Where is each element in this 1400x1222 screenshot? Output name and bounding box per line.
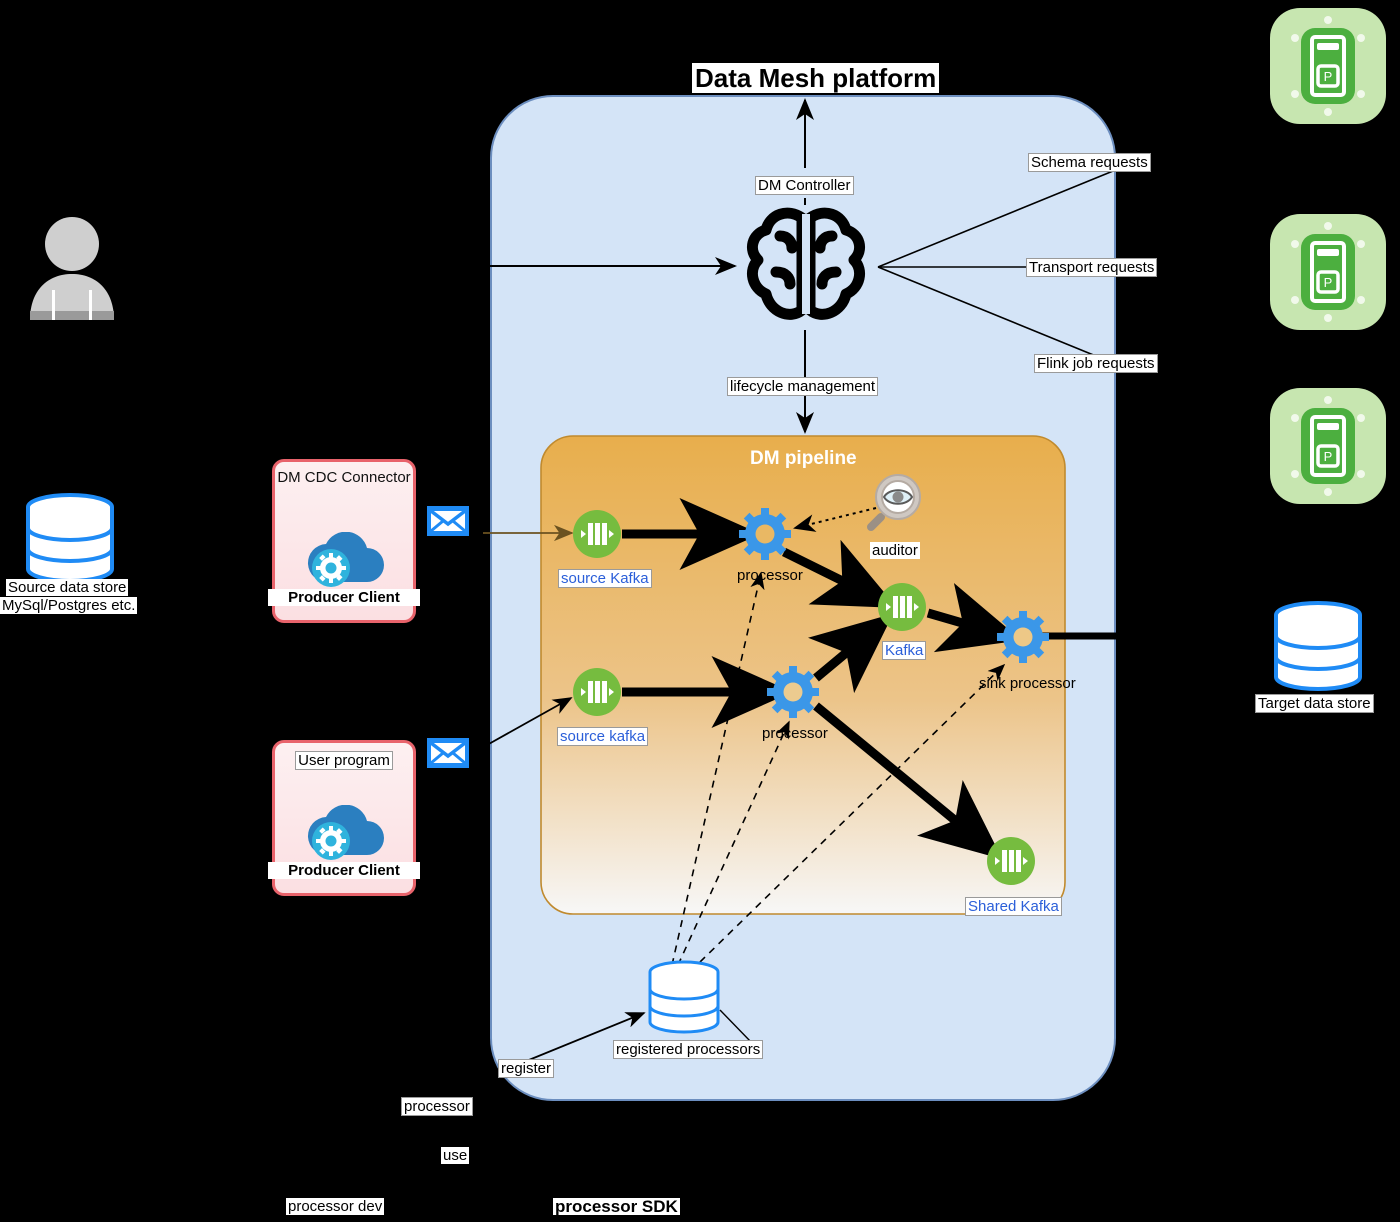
gear-icon xyxy=(739,508,791,560)
dm-controller[interactable] xyxy=(740,200,872,330)
server-icon-2: P xyxy=(1268,212,1388,332)
user-program-label: User program xyxy=(295,751,393,770)
kafka-icon xyxy=(573,668,621,716)
dm-controller-label: DM Controller xyxy=(755,176,854,195)
cloud-gear-icon xyxy=(307,532,384,587)
pipeline-node-source-kafka-top[interactable] xyxy=(572,509,622,559)
svg-text:P: P xyxy=(1324,275,1333,290)
processor-bottom-label: processor xyxy=(762,725,828,742)
database-cylinder-icon xyxy=(1274,601,1362,691)
envelope-user-program xyxy=(426,737,470,769)
pipeline-node-kafka-mid[interactable] xyxy=(877,582,927,632)
schema-requests-label: Schema requests xyxy=(1028,153,1151,172)
database-cylinder-icon xyxy=(26,493,114,583)
transport-requests-label: Transport requests xyxy=(1026,258,1158,277)
producer-footer: Producer Client xyxy=(268,589,420,606)
diagram-canvas: Data Mesh platform DM pipeline Source da… xyxy=(0,0,1400,1222)
envelope-cdc xyxy=(426,505,470,537)
envelope-icon xyxy=(427,738,469,768)
registered-processors-label: registered processors xyxy=(613,1040,764,1059)
gear-icon xyxy=(767,666,819,718)
server-rack-icon: P xyxy=(1270,214,1386,330)
pipeline-node-shared-kafka[interactable] xyxy=(986,836,1036,886)
server-rack-icon: P xyxy=(1270,388,1386,504)
source-kafka-bottom-label: source kafka xyxy=(557,727,649,746)
source-data-store-label-line2: MySql/Postgres etc. xyxy=(0,597,138,614)
gear-icon xyxy=(997,611,1049,663)
source-kafka-top-label: source Kafka xyxy=(558,569,652,588)
processor-dev-label: processor dev xyxy=(286,1198,385,1215)
magnifier-eye-icon xyxy=(867,474,921,531)
page-title: Data Mesh platform xyxy=(692,63,940,93)
register-label: register xyxy=(498,1059,555,1078)
producer-user-program[interactable]: User program Producer Client xyxy=(268,740,420,896)
pipeline-node-sink-processor[interactable] xyxy=(997,611,1049,663)
server-icon-1: P xyxy=(1268,6,1388,126)
lifecycle-management-label: lifecycle management xyxy=(727,377,879,396)
pipeline-node-processor-bottom[interactable] xyxy=(767,666,819,718)
kafka-icon xyxy=(573,510,621,558)
database-cylinder-icon xyxy=(648,960,720,1034)
pipeline-node-auditor[interactable] xyxy=(866,473,924,531)
cloud-gear-icon xyxy=(307,805,384,860)
user-actor xyxy=(22,212,122,322)
pipeline-node-source-kafka-bottom[interactable] xyxy=(572,667,622,717)
kafka-icon xyxy=(878,583,926,631)
auditor-label: auditor xyxy=(870,542,920,559)
server-rack-icon: P xyxy=(1270,8,1386,124)
kafka-mid-label: Kafka xyxy=(882,641,927,660)
connector-layer xyxy=(405,95,1144,1118)
pipeline-node-processor-top[interactable] xyxy=(739,508,791,560)
flink-job-requests-label: Flink job requests xyxy=(1034,354,1158,373)
svg-text:P: P xyxy=(1324,69,1333,84)
kafka-icon xyxy=(987,837,1035,885)
user-person-icon xyxy=(30,217,114,320)
processor-sdk-label: processor SDK xyxy=(553,1197,680,1216)
target-data-store-label: Target data store xyxy=(1255,694,1374,713)
bottom-use-label: use xyxy=(441,1147,470,1164)
server-icon-3: P xyxy=(1268,386,1388,506)
source-data-store-label-line1: Source data store xyxy=(6,579,129,596)
brain-icon xyxy=(746,207,866,320)
shared-kafka-label: Shared Kafka xyxy=(965,897,1062,916)
target-data-store xyxy=(1268,600,1368,695)
bottom-processor-label: processor xyxy=(401,1097,473,1116)
svg-text:P: P xyxy=(1324,449,1333,464)
producer-footer: Producer Client xyxy=(268,862,420,879)
producer-title: User program xyxy=(275,751,413,770)
sink-processor-label: sink processor xyxy=(979,675,1076,692)
producer-dm-cdc-connector[interactable]: DM CDC Connector Producer Client xyxy=(268,459,420,623)
envelope-icon xyxy=(427,506,469,536)
registered-processors-db[interactable] xyxy=(644,960,724,1036)
processor-top-label: processor xyxy=(737,567,803,584)
producer-title: DM CDC Connector xyxy=(277,469,411,486)
pipeline-title: DM pipeline xyxy=(750,448,857,469)
source-data-store xyxy=(20,492,120,587)
